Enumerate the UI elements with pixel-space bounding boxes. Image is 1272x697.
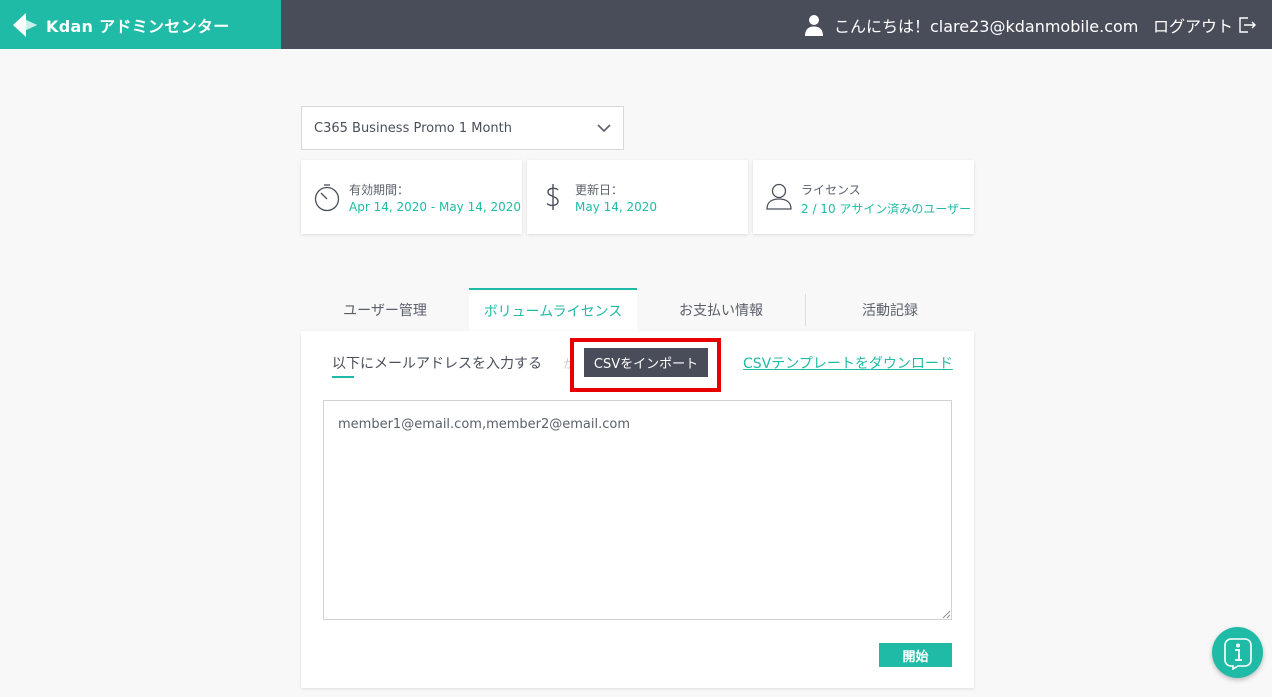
plan-select-value: C365 Business Promo 1 Month xyxy=(314,120,513,136)
logout-label: ログアウト xyxy=(1153,16,1234,36)
tab-label: 活動記録 xyxy=(862,303,918,319)
validity-value: Apr 14, 2020 - May 14, 2020 xyxy=(349,200,522,214)
user-greeting: こんにちは！clare23@kdanmobile.com xyxy=(804,0,1138,49)
csv-import-label: CSVをインポート xyxy=(593,357,699,372)
dollar-icon xyxy=(546,184,559,210)
info-icon xyxy=(1223,637,1252,670)
license-card: ライセンス 2 / 10 アサイン済みのユーザー xyxy=(753,160,974,234)
kdan-logo-icon xyxy=(13,12,37,37)
license-value: 2 / 10 アサイン済みのユーザー xyxy=(801,202,972,216)
tab-activity-log[interactable]: 活動記録 xyxy=(806,288,974,332)
tab-label: ボリュームライセンス xyxy=(483,304,623,320)
validity-label: 有効期間： xyxy=(349,183,410,197)
csv-import-button[interactable]: CSVをインポート xyxy=(584,348,708,377)
user-icon xyxy=(805,14,823,36)
tab-volume-license[interactable]: ボリュームライセンス xyxy=(469,288,637,332)
plan-select[interactable]: C365 Business Promo 1 Month xyxy=(301,106,624,150)
greeting-text: こんにちは！clare23@kdanmobile.com xyxy=(834,16,1139,36)
renewal-label: 更新日： xyxy=(575,183,624,197)
resize-grip-icon[interactable] xyxy=(942,610,951,619)
volume-license-panel: 以下にメールアドレスを入力する か CSVをインポート CSVテンプレートをダウ… xyxy=(301,331,974,688)
top-bar: Kdan アドミンセンター こんにちは！clare23@kdanmobile.c… xyxy=(0,0,1272,49)
tab-label: ユーザー管理 xyxy=(343,303,427,319)
logout-button[interactable]: ログアウト xyxy=(1153,0,1257,49)
renewal-value: May 14, 2020 xyxy=(575,200,658,214)
validity-card: 有効期間： Apr 14, 2020 - May 14, 2020 xyxy=(301,160,522,234)
email-list-input[interactable]: member1@email.com,member2@email.com xyxy=(323,400,952,620)
brand-title: Kdan アドミンセンター xyxy=(46,16,230,36)
timer-icon xyxy=(314,184,340,212)
logout-icon xyxy=(1239,16,1257,33)
start-label: 開始 xyxy=(902,649,929,665)
brand[interactable]: Kdan アドミンセンター xyxy=(0,0,281,49)
sub-tab-enter-emails[interactable]: 以下にメールアドレスを入力する xyxy=(332,353,542,373)
renewal-card: 更新日： May 14, 2020 xyxy=(527,160,748,234)
person-icon xyxy=(766,183,792,210)
tab-label: お支払い情報 xyxy=(679,303,763,319)
license-label: ライセンス xyxy=(801,183,861,197)
sub-tab-underline xyxy=(332,376,354,378)
help-button[interactable] xyxy=(1212,627,1263,678)
chevron-down-icon xyxy=(597,124,611,133)
csv-template-download-link[interactable]: CSVテンプレートをダウンロード xyxy=(743,353,953,373)
tab-billing[interactable]: お支払い情報 xyxy=(637,288,805,332)
tab-user-management[interactable]: ユーザー管理 xyxy=(301,288,469,332)
start-button[interactable]: 開始 xyxy=(879,643,952,667)
